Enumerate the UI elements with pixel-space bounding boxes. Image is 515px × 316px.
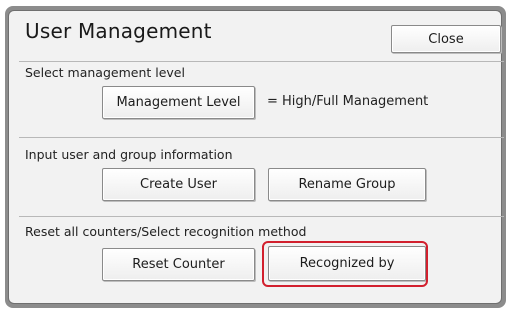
recognized-by-highlight xyxy=(262,241,428,287)
close-button[interactable]: Close xyxy=(391,25,501,53)
management-level-button[interactable]: Management Level xyxy=(102,86,255,119)
rename-group-button[interactable]: Rename Group xyxy=(268,168,426,201)
section-divider xyxy=(19,137,504,138)
create-user-button[interactable]: Create User xyxy=(102,168,255,201)
management-level-value: = High/Full Management xyxy=(267,94,429,109)
section-divider xyxy=(19,61,504,62)
dialog-title: User Management xyxy=(25,19,212,43)
management-level-section-label: Select management level xyxy=(25,65,185,80)
user-group-section-label: Input user and group information xyxy=(25,147,233,162)
section-divider xyxy=(19,216,504,217)
reset-counter-button[interactable]: Reset Counter xyxy=(102,248,255,281)
reset-section-label: Reset all counters/Select recognition me… xyxy=(25,224,307,239)
